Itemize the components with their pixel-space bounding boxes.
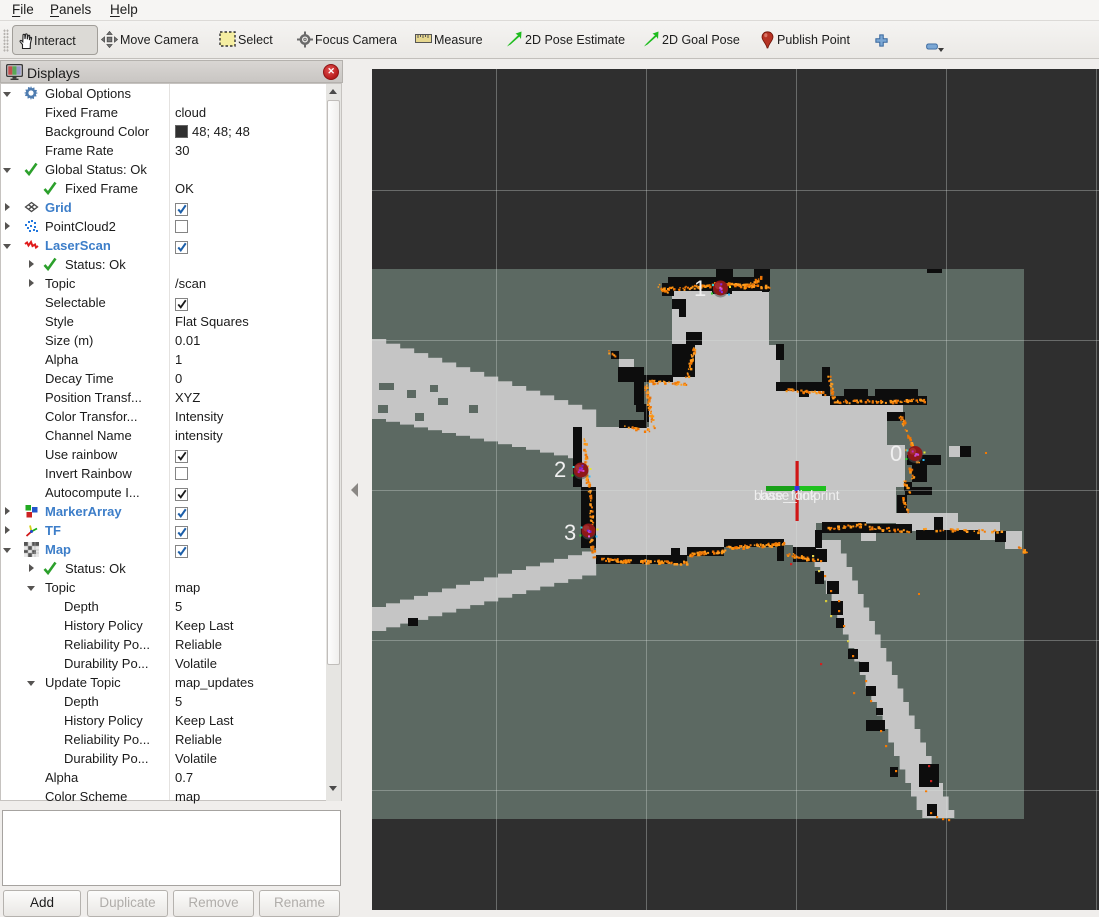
svg-text:0: 0: [890, 441, 902, 466]
svg-text:3: 3: [564, 520, 576, 545]
svg-text:base_link: base_link: [760, 488, 817, 503]
svg-text:2: 2: [554, 457, 566, 482]
svg-text:1: 1: [694, 276, 706, 301]
